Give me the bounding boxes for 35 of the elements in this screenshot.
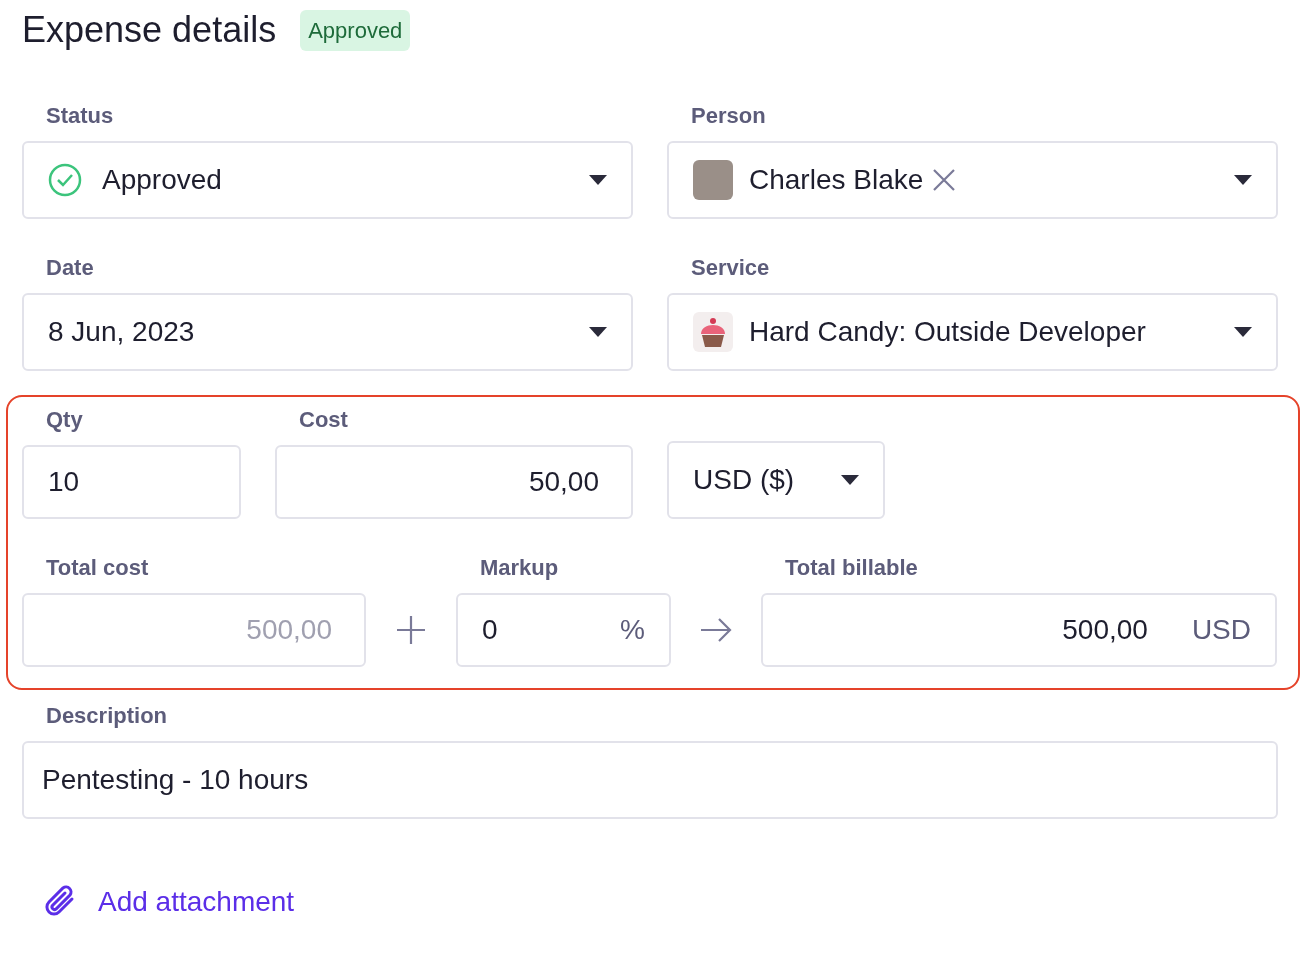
description-input[interactable]: Pentesting - 10 hours [22, 741, 1278, 819]
field-label: Description [45, 702, 169, 730]
field-label: Date [45, 254, 95, 282]
caret-icon [1234, 175, 1252, 185]
field-label: Total billable [784, 554, 919, 582]
arrow-right-icon [700, 617, 732, 643]
check-circle-icon [48, 163, 82, 197]
markup-input[interactable]: 0 % [456, 593, 671, 667]
service-dropdown[interactable]: Hard Candy: Outside Developer [667, 293, 1278, 371]
field-label: Qty [45, 406, 84, 434]
avatar-photo-placeholder [693, 160, 733, 200]
field-label: Markup [479, 554, 560, 582]
status-dropdown[interactable]: Approved [22, 141, 633, 219]
page-title: Expense details [22, 8, 277, 52]
caret-icon [1234, 327, 1252, 337]
status-badge: Approved [300, 9, 411, 51]
cupcake-icon [693, 312, 733, 352]
clear-button[interactable] [931, 167, 958, 193]
person-dropdown[interactable]: Charles Blake [667, 141, 1278, 219]
currency-dropdown[interactable]: USD ($) [667, 441, 885, 519]
field-label: Cost [298, 406, 349, 434]
caret-icon [841, 475, 859, 485]
field-label: Person [690, 102, 767, 130]
total-billable-field: 500,00 USD [761, 593, 1277, 667]
add-attachment-link[interactable]: Add attachment [98, 881, 295, 923]
caret-icon [589, 175, 607, 185]
close-icon [931, 167, 958, 193]
plus-icon [396, 615, 426, 645]
date-dropdown[interactable]: 8 Jun, 2023 [22, 293, 633, 371]
qty-input[interactable]: 10 [22, 445, 241, 519]
caret-icon [589, 327, 607, 337]
field-label: Total cost [45, 554, 150, 582]
cost-input[interactable]: 50,00 [275, 445, 633, 519]
field-label: Service [690, 254, 771, 282]
field-label: Status [45, 102, 115, 130]
